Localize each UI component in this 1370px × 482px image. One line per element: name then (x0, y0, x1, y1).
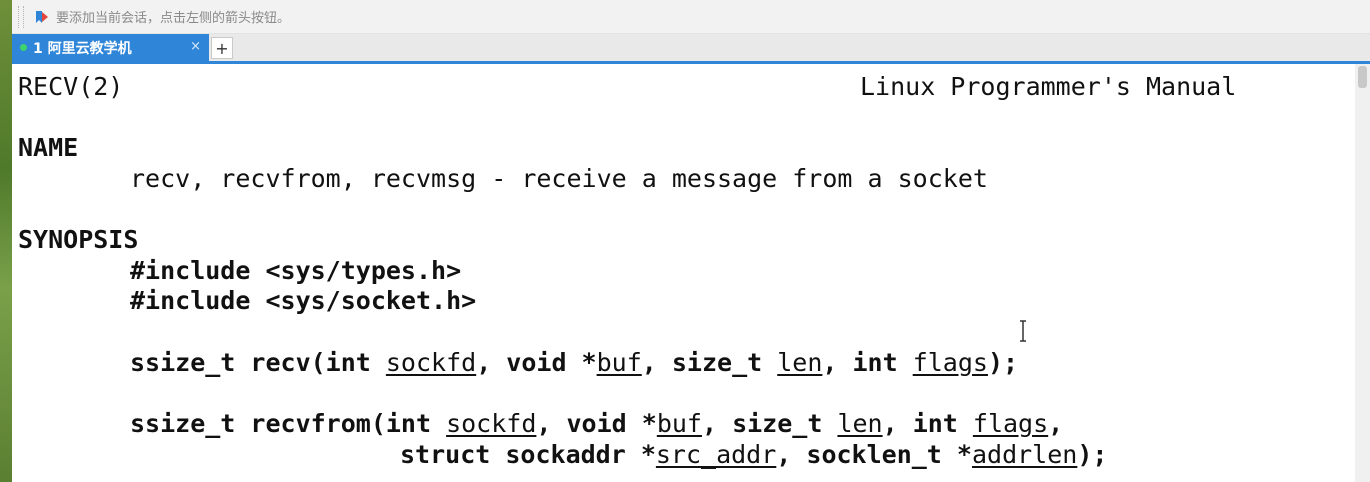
recv-sep1: , void * (476, 348, 597, 377)
recvfrom-sep1: , void * (536, 409, 657, 438)
param-addrlen: addrlen (971, 440, 1078, 469)
close-tab-icon[interactable]: × (190, 39, 201, 54)
recvfrom-sep3: , int (882, 409, 973, 438)
bookmark-arrow-icon[interactable] (34, 9, 50, 25)
param-len: len (837, 409, 883, 438)
recv-sep3: , int (822, 348, 913, 377)
param-sockfd: sockfd (446, 409, 537, 438)
recvfrom-ret: ssize_t recvfrom(int (130, 409, 447, 438)
param-flags: flags (972, 409, 1049, 438)
text-cursor-icon (1020, 320, 1026, 342)
session-hint-bar: 要添加当前会话，点击左侧的箭头按钮。 (12, 0, 1370, 34)
connection-status-icon (20, 44, 27, 51)
recvfrom-sep2: , size_t (701, 409, 838, 438)
param-buf: buf (656, 409, 702, 438)
recv-ret: ssize_t recv(int (130, 348, 386, 377)
param-len: len (777, 348, 823, 377)
tab-label: 1 阿里云教学机 (33, 40, 132, 57)
include-socket: #include <sys/socket.h> (130, 286, 477, 315)
terminal-scrollbar[interactable] (1355, 64, 1370, 482)
man-header-left: RECV(2) (18, 72, 124, 101)
terminal-output[interactable]: RECV(2) Linux Programmer's Manual NAME r… (12, 64, 1355, 482)
new-tab-button[interactable]: + (211, 37, 233, 59)
section-synopsis-heading: SYNOPSIS (18, 225, 139, 254)
recvfrom-cont-end: ); (1077, 440, 1108, 469)
drag-handle[interactable] (18, 5, 24, 28)
session-tab-bar: 1 阿里云教学机 × + (12, 34, 1370, 64)
include-types: #include <sys/types.h> (130, 256, 462, 285)
recv-prototype: ssize_t recv(int sockfd, void *buf, size… (130, 348, 1018, 378)
man-header-right: Linux Programmer's Manual (860, 72, 1237, 101)
tab-session-1[interactable]: 1 阿里云教学机 × (12, 34, 209, 61)
param-flags: flags (912, 348, 988, 377)
hint-text: 要添加当前会话，点击左侧的箭头按钮。 (56, 11, 291, 26)
param-src-addr: src_addr (655, 440, 777, 469)
param-sockfd: sockfd (385, 348, 477, 377)
recv-end: ); (987, 348, 1019, 377)
recvfrom-prototype-cont: struct sockaddr *src_addr, socklen_t *ad… (400, 440, 1107, 470)
recvfrom-cont-s2: , socklen_t * (776, 440, 972, 469)
recvfrom-prototype: ssize_t recvfrom(int sockfd, void *buf, … (130, 409, 1063, 439)
param-buf: buf (596, 348, 642, 377)
recvfrom-cont-s1: struct sockaddr * (400, 440, 656, 469)
terminal-app-window: 要添加当前会话，点击左侧的箭头按钮。 1 阿里云教学机 × + RECV(2) … (0, 0, 1370, 482)
name-description: recv, recvfrom, recvmsg - receive a mess… (130, 164, 988, 193)
scrollbar-thumb[interactable] (1358, 66, 1367, 88)
desktop-background-strip (0, 0, 12, 482)
section-name-heading: NAME (18, 133, 79, 162)
recv-sep2: , size_t (641, 348, 778, 377)
recvfrom-end: , (1048, 409, 1064, 438)
